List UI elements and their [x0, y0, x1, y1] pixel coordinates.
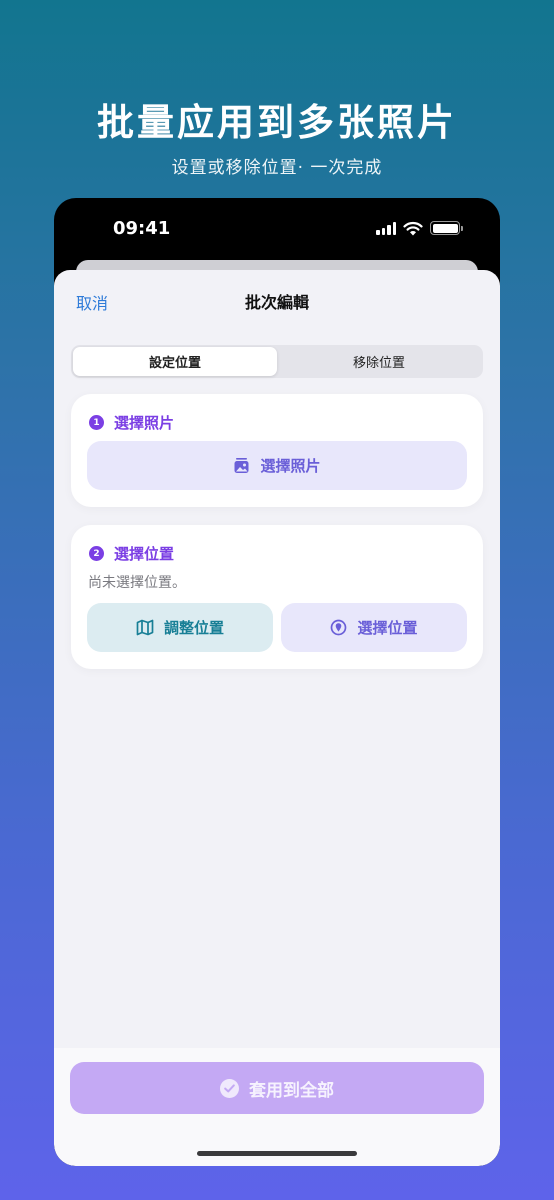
cellular-signal-icon	[376, 221, 396, 235]
location-status-text: 尚未選擇位置。	[88, 575, 186, 591]
pick-location-label: 選擇位置	[357, 619, 418, 637]
adjust-location-button[interactable]: 調整位置	[87, 603, 273, 652]
step2-header: 2 選擇位置	[89, 543, 174, 564]
nav-title: 批次編輯	[244, 293, 309, 312]
status-bar: 09:41	[54, 198, 500, 260]
photo-stack-icon	[234, 458, 249, 473]
segment-set-location[interactable]: 設定位置	[73, 347, 277, 376]
step-select-photos-card: 1 選擇照片 選擇照片	[71, 394, 483, 507]
step1-title: 選擇照片	[114, 414, 175, 432]
mode-segmented-control: 設定位置 移除位置	[71, 345, 483, 378]
step-select-location-card: 2 選擇位置 尚未選擇位置。 調整位置 選擇位置	[71, 525, 483, 669]
phone-frame: 09:41 取消 批次編輯 設定位置 移除位置 1 選擇照片 選擇照片 2 選擇…	[54, 198, 500, 1166]
location-pin-icon	[331, 619, 347, 636]
step2-number-badge: 2	[89, 546, 104, 561]
wifi-icon	[403, 221, 423, 235]
step1-header: 1 選擇照片	[89, 412, 174, 433]
status-time: 09:41	[113, 218, 171, 239]
nav-bar: 取消 批次編輯	[54, 270, 500, 328]
status-icons	[376, 220, 463, 236]
step1-number-badge: 1	[89, 415, 104, 430]
apply-to-all-label: 套用到全部	[249, 1080, 334, 1101]
select-photos-label: 選擇照片	[260, 457, 321, 475]
segment-remove-location[interactable]: 移除位置	[277, 347, 481, 376]
home-indicator[interactable]	[197, 1151, 357, 1156]
promo-subline: 设置或移除位置· 一次完成	[171, 158, 383, 178]
select-photos-button[interactable]: 選擇照片	[87, 441, 467, 490]
batch-edit-sheet: 取消 批次編輯 設定位置 移除位置 1 選擇照片 選擇照片 2 選擇位置 尚未選…	[54, 270, 500, 1166]
apply-to-all-button[interactable]: 套用到全部	[70, 1062, 484, 1114]
step2-title: 選擇位置	[114, 545, 175, 563]
promo-headline: 批量应用到多张照片	[97, 101, 457, 144]
map-icon	[136, 619, 154, 636]
bottom-action-area: 套用到全部	[54, 1048, 500, 1166]
battery-icon	[430, 221, 463, 235]
checkmark-circle-icon	[220, 1078, 239, 1098]
pick-location-button[interactable]: 選擇位置	[281, 603, 467, 652]
adjust-location-label: 調整位置	[163, 619, 224, 637]
